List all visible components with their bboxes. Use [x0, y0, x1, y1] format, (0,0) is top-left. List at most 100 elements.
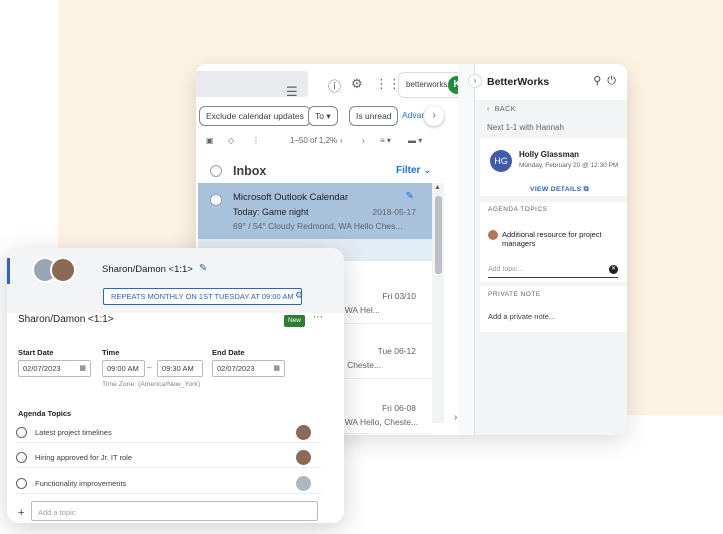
add-topic-input[interactable]: Add topic... ✕: [488, 264, 618, 278]
chip-to[interactable]: To ▾: [308, 106, 338, 126]
meeting-header-name: Sharon/Damon <1:1>: [102, 264, 193, 275]
email-select-radio[interactable]: [210, 194, 222, 206]
email-date: 2018-05-17: [372, 207, 416, 217]
back-link[interactable]: ‹ BACK: [487, 106, 516, 113]
side-gutter: [458, 64, 474, 435]
private-note-input[interactable]: Add a private note...: [488, 312, 555, 321]
private-note-card: PRIVATE NOTE Add a private note...: [480, 286, 627, 332]
email-line2: Today: Game night: [233, 207, 309, 217]
scrollbar-thumb[interactable]: [435, 196, 442, 274]
agenda-topic-text: Latest project timelines: [35, 428, 112, 437]
agenda-topic-row[interactable]: Functionality improvements: [16, 474, 321, 494]
meeting-title: Sharon/Damon <1:1>: [18, 314, 114, 325]
density-icon[interactable]: ≡ ▾: [380, 136, 391, 145]
sidebar-title: BetterWorks: [487, 76, 550, 88]
meeting-card-header: Sharon/Damon <1:1> ✎ REPEATS MONTHLY ON …: [7, 248, 344, 313]
sidebar-header: BetterWorks ⚲⏻: [475, 64, 627, 100]
topic-checkbox[interactable]: [16, 452, 27, 463]
avatar: [296, 425, 311, 440]
topic-checkbox[interactable]: [16, 427, 27, 438]
avatar: [296, 450, 311, 465]
person-card: HG Holly Glassman Monday, February 20 @ …: [480, 138, 627, 196]
back-label: BACK: [494, 106, 516, 113]
email-preview: 69° / 54° Cloudy Redmond, WA Hello Ches.…: [233, 221, 403, 231]
close-icon[interactable]: ✕: [609, 265, 618, 274]
chip-exclude-calendar[interactable]: Exclude calendar updates: [199, 106, 311, 126]
status-badge: New: [284, 315, 306, 327]
start-date-field[interactable]: 02/07/2023 ▦: [18, 360, 91, 377]
view-details-link[interactable]: VIEW DETAILS ⧉: [530, 186, 589, 194]
agenda-topic-row[interactable]: Latest project timelines: [16, 423, 321, 443]
keyboard-icon[interactable]: ▬ ▾: [408, 136, 422, 145]
search-chips: Exclude calendar updates To ▾ Is unread …: [196, 106, 456, 128]
select-all-icon[interactable]: ▣: [206, 136, 214, 145]
topic-checkbox[interactable]: [16, 478, 27, 489]
plus-icon[interactable]: +: [18, 507, 24, 519]
sidebar-header-icons: ⚲⏻: [593, 74, 622, 88]
scroll-up-icon[interactable]: ▲: [434, 184, 441, 191]
more-horiz-icon[interactable]: ⋯: [313, 312, 323, 323]
start-time-field[interactable]: 09:00 AM: [102, 360, 145, 377]
settings-gear-icon[interactable]: ⚙: [351, 76, 363, 92]
help-icon[interactable]: ⓘ: [328, 76, 341, 95]
repeat-schedule-button[interactable]: REPEATS MONTHLY ON 1ST TUESDAY AT 09:00 …: [103, 288, 302, 305]
next-meeting-label: Next 1-1 with Hannah: [487, 123, 564, 132]
pin-icon[interactable]: ✎: [406, 191, 414, 202]
agenda-topic-text: Hiring approved for Jr. IT role: [35, 453, 132, 462]
start-date-label: Start Date: [18, 348, 54, 357]
edit-pencil-icon[interactable]: ✎: [199, 263, 207, 274]
agenda-topic-row[interactable]: Hiring approved for Jr. IT role: [16, 448, 321, 468]
add-topic-placeholder: Add a topic: [38, 508, 76, 517]
filter-dropdown[interactable]: Filter ⌄: [396, 165, 432, 176]
collapse-sidebar-icon[interactable]: ›: [468, 74, 482, 88]
agenda-item[interactable]: Additional resource for project managers: [488, 230, 618, 248]
agenda-item-text: Additional resource for project managers: [502, 230, 602, 248]
end-date-value: 02/07/2023: [217, 364, 255, 373]
meeting-datetime: Monday, February 20 @ 12:30 PM: [519, 162, 619, 169]
email-subject: Microsoft Outlook Calendar: [233, 192, 349, 203]
search-icon[interactable]: ⚲: [593, 75, 607, 87]
email-row-selected[interactable]: Microsoft Outlook Calendar ✎ Today: Game…: [198, 183, 432, 239]
view-details-label: VIEW DETAILS: [530, 186, 582, 193]
meeting-card: Sharon/Damon <1:1> ✎ REPEATS MONTHLY ON …: [7, 248, 344, 523]
email-date: Fri 03/10: [382, 291, 416, 301]
inbox-select-radio[interactable]: [210, 165, 222, 177]
inbox-header: Inbox Filter ⌄: [196, 156, 432, 186]
calendar-icon[interactable]: ▦: [273, 361, 280, 376]
chip-is-unread[interactable]: Is unread: [349, 106, 399, 126]
agenda-topics-heading: Agenda Topics: [18, 409, 72, 418]
agenda-topic-text: Functionality improvements: [35, 479, 127, 488]
avatar: [488, 230, 498, 240]
next-page-icon[interactable]: ›: [362, 136, 365, 145]
inbox-title: Inbox: [233, 164, 267, 178]
pagination-text: 1–50 of 1,2%: [290, 136, 338, 145]
email-date: Tue 06-12: [377, 346, 416, 356]
search-options-icon[interactable]: ☰: [286, 84, 298, 100]
more-vert-icon[interactable]: ⋮: [252, 136, 260, 145]
timezone-label: Time Zone: (America/New_York): [102, 381, 201, 388]
calendar-icon[interactable]: ▦: [79, 361, 86, 376]
power-icon[interactable]: ⏻: [607, 75, 622, 87]
chevron-right-icon[interactable]: ›: [454, 412, 457, 423]
avatar: [296, 476, 311, 491]
end-date-field[interactable]: 02/07/2023 ▦: [212, 360, 285, 377]
brand-label: betterworks: [406, 80, 448, 89]
prev-page-icon[interactable]: ‹: [340, 136, 343, 145]
chevron-right-icon[interactable]: ›: [424, 106, 444, 126]
search-bar[interactable]: ☰: [196, 71, 308, 100]
advanced-search-link[interactable]: Advan: [402, 110, 426, 120]
add-topic-placeholder: Add topic...: [488, 266, 524, 273]
end-time-field[interactable]: 09:30 AM: [157, 360, 203, 377]
mail-toolbar: ▣ ◇ ⋮ 1–50 of 1,2% ‹ › ≡ ▾ ▬ ▾: [196, 134, 444, 152]
add-topic-input[interactable]: Add a topic: [31, 501, 318, 521]
gmail-topbar: ☰ ⓘ ⚙ ⋮⋮ betterworks K: [196, 64, 474, 102]
end-time-value: 09:30 AM: [162, 364, 194, 373]
label-icon[interactable]: ◇: [228, 136, 234, 145]
email-date: Fri 06-08: [381, 403, 416, 413]
external-link-icon: ⧉: [583, 186, 589, 193]
betterworks-sidebar: BetterWorks ⚲⏻ › ‹ BACK Next 1-1 with Ha…: [468, 64, 627, 435]
end-date-label: End Date: [212, 348, 245, 357]
time-separator: –: [147, 363, 152, 372]
gear-icon[interactable]: ⚙: [295, 290, 303, 301]
start-date-value: 02/07/2023: [23, 364, 61, 373]
